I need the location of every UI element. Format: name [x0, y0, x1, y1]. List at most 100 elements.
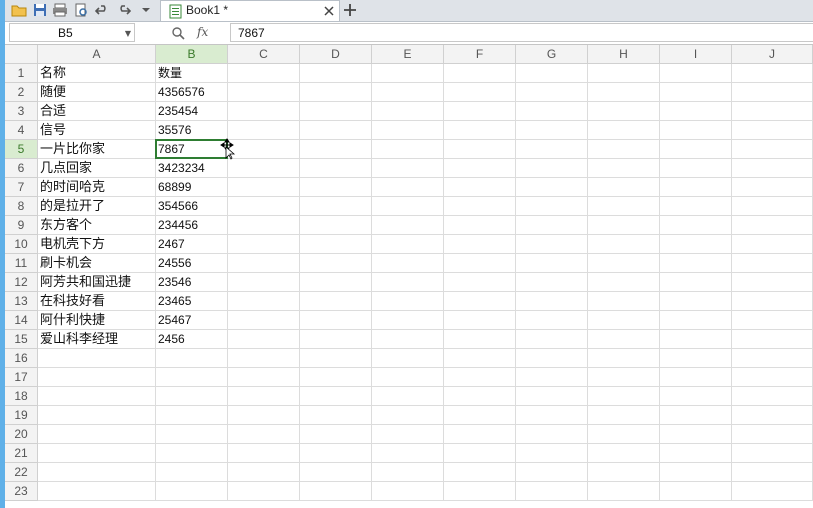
cell-j3[interactable] [732, 102, 813, 121]
cell-e2[interactable] [372, 83, 444, 102]
column-header-e[interactable]: E [372, 45, 444, 64]
cell-b18[interactable] [156, 387, 228, 406]
row-header-20[interactable]: 20 [5, 425, 38, 444]
cell-f6[interactable] [444, 159, 516, 178]
cell-g10[interactable] [516, 235, 588, 254]
cell-e5[interactable] [372, 140, 444, 159]
row-header-11[interactable]: 11 [5, 254, 38, 273]
cell-i6[interactable] [660, 159, 732, 178]
cell-a14[interactable]: 阿什利快捷 [38, 311, 156, 330]
tab-book1[interactable]: Book1 * [160, 0, 340, 21]
cell-b3[interactable]: 235454 [156, 102, 228, 121]
name-box[interactable]: B5 ▼ [9, 23, 135, 42]
redo-icon[interactable] [116, 2, 132, 18]
cell-b2[interactable]: 4356576 [156, 83, 228, 102]
cell-d2[interactable] [300, 83, 372, 102]
cell-j7[interactable] [732, 178, 813, 197]
cell-d8[interactable] [300, 197, 372, 216]
cell-a3[interactable]: 合适 [38, 102, 156, 121]
cell-f4[interactable] [444, 121, 516, 140]
cell-h12[interactable] [588, 273, 660, 292]
column-header-c[interactable]: C [228, 45, 300, 64]
cell-i11[interactable] [660, 254, 732, 273]
cell-f9[interactable] [444, 216, 516, 235]
row-header-3[interactable]: 3 [5, 102, 38, 121]
cell-g3[interactable] [516, 102, 588, 121]
save-icon[interactable] [32, 2, 48, 18]
row-header-17[interactable]: 17 [5, 368, 38, 387]
cell-b6[interactable]: 3423234 [156, 159, 228, 178]
cell-c6[interactable] [228, 159, 300, 178]
cell-a22[interactable] [38, 463, 156, 482]
cell-d19[interactable] [300, 406, 372, 425]
cell-d20[interactable] [300, 425, 372, 444]
cell-c20[interactable] [228, 425, 300, 444]
cell-e14[interactable] [372, 311, 444, 330]
undo-icon[interactable] [94, 2, 110, 18]
cell-f19[interactable] [444, 406, 516, 425]
cell-g7[interactable] [516, 178, 588, 197]
cell-a4[interactable]: 信号 [38, 121, 156, 140]
row-header-19[interactable]: 19 [5, 406, 38, 425]
cell-f17[interactable] [444, 368, 516, 387]
cell-a6[interactable]: 几点回家 [38, 159, 156, 178]
cell-b15[interactable]: 2456 [156, 330, 228, 349]
cell-h11[interactable] [588, 254, 660, 273]
cell-j4[interactable] [732, 121, 813, 140]
cell-c17[interactable] [228, 368, 300, 387]
cell-a13[interactable]: 在科技好看 [38, 292, 156, 311]
cell-a20[interactable] [38, 425, 156, 444]
new-tab-plus-icon[interactable] [342, 2, 358, 18]
cell-h10[interactable] [588, 235, 660, 254]
cell-e7[interactable] [372, 178, 444, 197]
cell-a16[interactable] [38, 349, 156, 368]
cell-f2[interactable] [444, 83, 516, 102]
row-header-12[interactable]: 12 [5, 273, 38, 292]
cell-g12[interactable] [516, 273, 588, 292]
cell-e8[interactable] [372, 197, 444, 216]
cell-j1[interactable] [732, 64, 813, 83]
column-header-f[interactable]: F [444, 45, 516, 64]
formula-input[interactable]: 7867 [230, 23, 813, 42]
cell-d11[interactable] [300, 254, 372, 273]
cell-i5[interactable] [660, 140, 732, 159]
cell-g16[interactable] [516, 349, 588, 368]
cell-h1[interactable] [588, 64, 660, 83]
cell-j6[interactable] [732, 159, 813, 178]
cell-f8[interactable] [444, 197, 516, 216]
cell-c2[interactable] [228, 83, 300, 102]
cell-d18[interactable] [300, 387, 372, 406]
cell-c10[interactable] [228, 235, 300, 254]
cell-g6[interactable] [516, 159, 588, 178]
cell-e3[interactable] [372, 102, 444, 121]
cell-d16[interactable] [300, 349, 372, 368]
cell-a7[interactable]: 的时间哈克 [38, 178, 156, 197]
cell-h23[interactable] [588, 482, 660, 501]
cell-j17[interactable] [732, 368, 813, 387]
cell-i20[interactable] [660, 425, 732, 444]
cell-c5[interactable] [228, 140, 300, 159]
cell-f12[interactable] [444, 273, 516, 292]
cell-d17[interactable] [300, 368, 372, 387]
row-header-1[interactable]: 1 [5, 64, 38, 83]
cell-d14[interactable] [300, 311, 372, 330]
cell-a8[interactable]: 的是拉开了 [38, 197, 156, 216]
cell-f14[interactable] [444, 311, 516, 330]
cell-b4[interactable]: 35576 [156, 121, 228, 140]
cell-g13[interactable] [516, 292, 588, 311]
cell-d12[interactable] [300, 273, 372, 292]
cell-e1[interactable] [372, 64, 444, 83]
cell-h14[interactable] [588, 311, 660, 330]
cell-b16[interactable] [156, 349, 228, 368]
cell-c8[interactable] [228, 197, 300, 216]
cell-i7[interactable] [660, 178, 732, 197]
cell-c16[interactable] [228, 349, 300, 368]
column-header-a[interactable]: A [38, 45, 156, 64]
cell-b1[interactable]: 数量 [156, 64, 228, 83]
row-header-22[interactable]: 22 [5, 463, 38, 482]
column-header-b[interactable]: B [156, 45, 228, 64]
cell-a17[interactable] [38, 368, 156, 387]
cell-e22[interactable] [372, 463, 444, 482]
cell-f23[interactable] [444, 482, 516, 501]
cell-b17[interactable] [156, 368, 228, 387]
